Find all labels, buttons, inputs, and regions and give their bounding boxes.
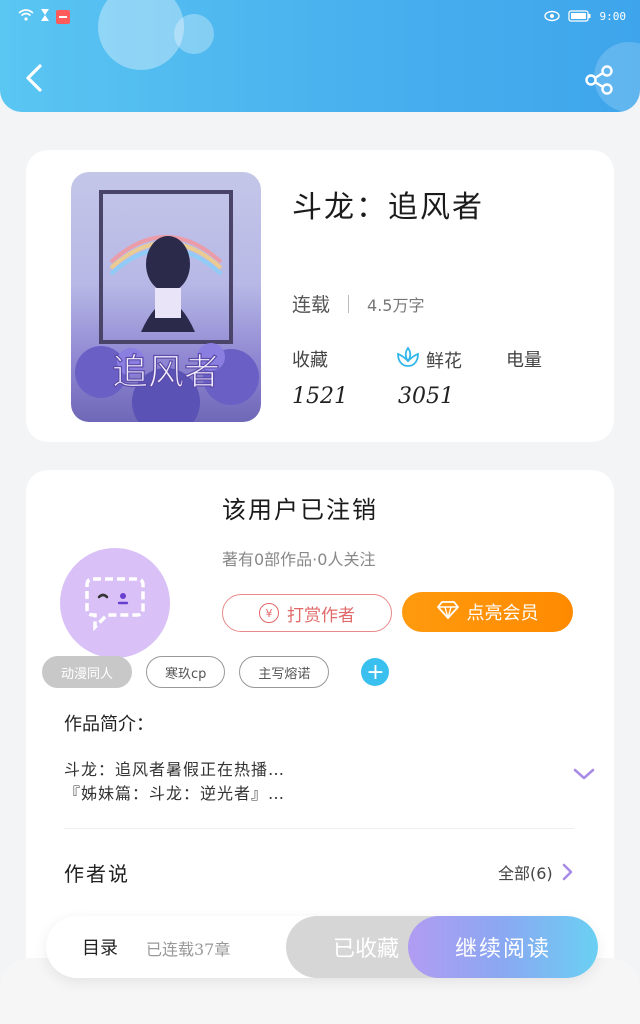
book-info-card: 追风者 斗龙：追风者 连载 4.5万字 收藏 1521 鲜花 3051 电量 [26,150,614,442]
author-meta: 著有0部作品·0人关注 [222,550,376,569]
power-stat-label: 电量 [506,346,542,372]
book-status-row: 连载 4.5万字 [292,290,424,317]
continue-reading-button[interactable]: 继续阅读 [408,916,598,978]
eye-icon [543,7,560,26]
status-time: 9:00 [599,10,627,23]
cover-title-text: 追风者 [112,352,220,393]
share-icon [585,65,613,95]
book-cover[interactable]: 追风者 [71,172,261,422]
chapter-count: 已连载37章 [146,940,231,959]
vip-button[interactable]: 点亮会员 [402,592,573,632]
chevron-right-icon [562,863,572,881]
collect-label: 收藏 [292,350,328,371]
book-title: 斗龙：追风者 [292,190,484,225]
tag-item[interactable]: 动漫同人 [42,656,133,688]
tip-author-button[interactable]: ¥ 打赏作者 [222,594,392,632]
back-button[interactable] [20,60,50,96]
power-label: 电量 [506,350,542,371]
avatar[interactable] [60,548,170,658]
flower-stat-label[interactable]: 鲜花 [396,346,462,373]
author-tags: 动漫同人 寒玖cp 主写熔诺 + [42,656,390,688]
author-name[interactable]: 该用户已注销 [222,490,378,525]
share-button[interactable] [582,62,618,98]
book-cover-art: 追风者 [75,190,259,422]
battery-icon [567,7,592,26]
collect-stat-label: 收藏 [292,346,328,372]
vip-label: 点亮会员 [466,603,539,624]
wifi-icon [18,7,34,26]
tip-author-label: 打赏作者 [287,605,355,626]
tag-item[interactable]: 主写熔诺 [239,656,330,688]
author-says-all-link[interactable]: 全部(6) [498,860,575,884]
divider [64,828,574,829]
add-tag-button[interactable]: + [361,658,390,686]
header-bar: 9:00 [0,0,640,112]
hourglass-icon [40,7,50,26]
all-label: 全部(6) [498,864,553,883]
collect-count: 1521 [292,384,348,409]
status-bar: 9:00 [0,0,640,30]
expand-intro-button[interactable] [572,766,596,786]
toc-button[interactable]: 目录 [82,934,118,960]
diamond-icon [436,600,459,624]
intro-line-2: 『姊妹篇：斗龙：逆光者』… [64,784,286,803]
intro-title: 作品简介： [64,714,154,735]
tag-item[interactable]: 寒玖cp [146,656,226,688]
notification-badge-icon [56,9,70,24]
yen-icon: ¥ [259,603,279,623]
author-says-title: 作者说 [64,862,130,886]
serial-status: 连载 [292,294,331,316]
word-count: 4.5万字 [367,295,425,315]
divider [348,294,350,313]
bottom-action-bar: 目录 已连载37章 已收藏 继续阅读 [46,916,598,978]
chat-bubble-avatar-icon [85,577,145,631]
flower-label: 鲜花 [426,350,462,372]
flower-count: 3051 [398,384,454,409]
chevron-left-icon [26,64,42,92]
flower-icon [396,346,420,373]
intro-line-1: 斗龙：追风者暑假正在热播… [64,760,286,779]
chevron-down-icon [573,768,595,780]
